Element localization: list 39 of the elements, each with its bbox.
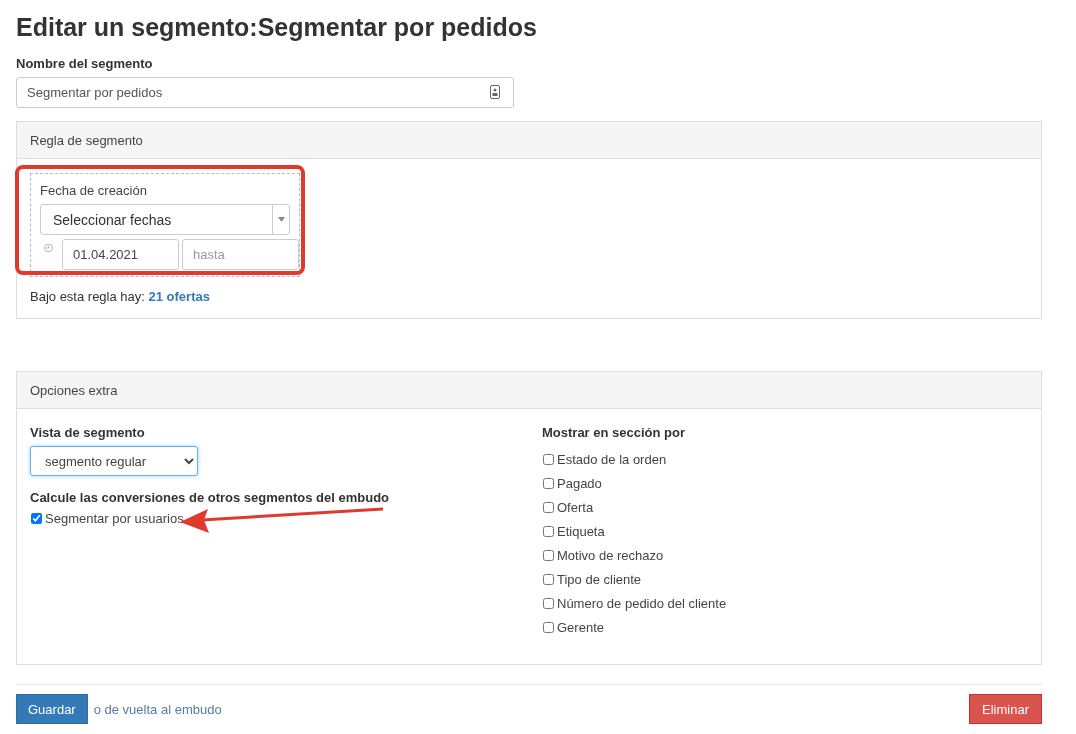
checkbox[interactable] xyxy=(543,550,554,561)
field-label: Nombre del segmento xyxy=(16,56,154,71)
clock-icon xyxy=(44,243,53,253)
checkbox[interactable] xyxy=(543,526,554,537)
checkbox-label: Oferta xyxy=(557,500,594,515)
date-select[interactable]: Seleccionar fechas xyxy=(40,204,290,235)
checkbox[interactable] xyxy=(543,622,554,633)
date-from-field[interactable]: 01.04.2021 xyxy=(62,239,179,270)
field-label: Vista de segmento xyxy=(30,425,146,440)
caret-icon xyxy=(277,217,285,222)
panel-header: Opciones extra xyxy=(17,372,1041,409)
delete-button[interactable]: Eliminar xyxy=(969,694,1042,724)
date-to-field[interactable]: hasta xyxy=(182,239,299,270)
rule-label: Fecha de creación xyxy=(40,183,148,198)
rule-summary: Bajo esta regla hay: 21 ofertas xyxy=(30,289,211,304)
offers-link[interactable]: 21 ofertas xyxy=(148,289,210,304)
checkbox-label: Gerente xyxy=(557,620,604,635)
checkbox-label: Segmentar por usuarios xyxy=(45,511,184,526)
back-link[interactable]: o de vuelta al embudo xyxy=(93,701,222,717)
name-field[interactable]: Segmentar por pedidos xyxy=(16,77,514,108)
view-select[interactable]: segmento regular xyxy=(30,446,198,476)
checkbox[interactable] xyxy=(543,478,554,489)
checkbox[interactable] xyxy=(543,502,554,513)
checkbox-label: Motivo de rechazo xyxy=(557,548,664,563)
panel-header: Regla de segmento xyxy=(17,122,1041,159)
save-button[interactable]: Guardar xyxy=(16,694,88,724)
checkbox[interactable] xyxy=(543,454,554,465)
field-label: Calcule las conversiones de otros segmentos del embudo xyxy=(30,490,391,505)
checkbox-label: Tipo de cliente xyxy=(557,572,642,587)
checkbox[interactable] xyxy=(31,513,42,524)
contact-card-icon[interactable] xyxy=(490,85,500,99)
checkbox[interactable] xyxy=(543,574,554,585)
field-label: Mostrar en sección por xyxy=(542,425,687,440)
checkbox[interactable] xyxy=(543,598,554,609)
checkbox-label: Etiqueta xyxy=(557,524,605,539)
checkbox-label: Estado de la orden xyxy=(557,452,667,467)
checkbox-label: Pagado xyxy=(557,476,602,491)
page-title: Editar un segmento:Segmentar por pedidos xyxy=(16,12,538,43)
checkbox-label: Número de pedido del cliente xyxy=(557,596,727,611)
